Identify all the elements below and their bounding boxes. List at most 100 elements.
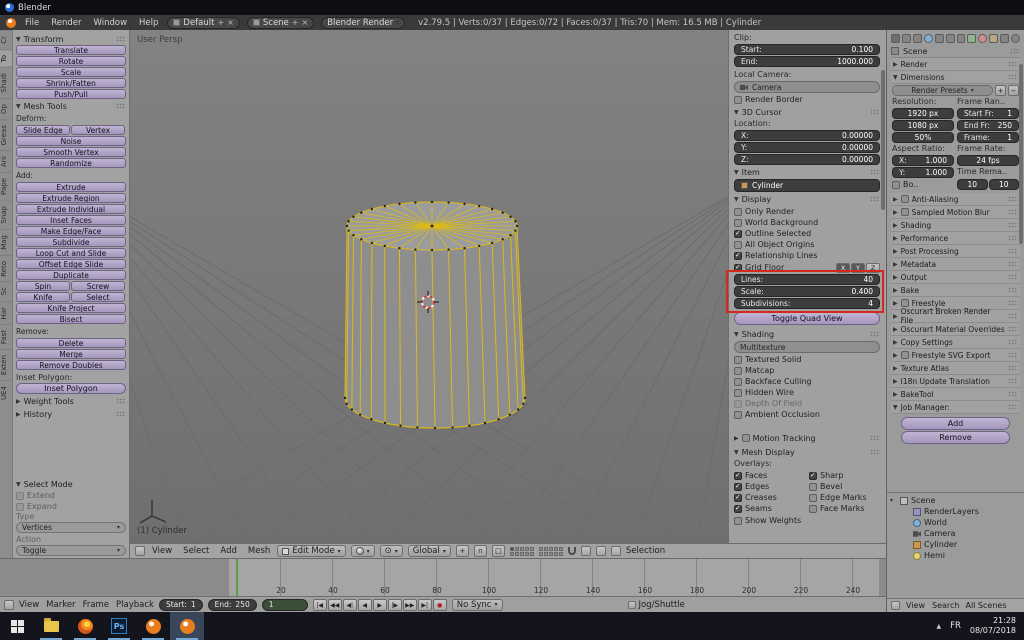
aspect-y-field[interactable]: Y: 1.000	[892, 167, 954, 178]
mesh-tool-item[interactable]: Vertex	[71, 125, 125, 135]
checkbox[interactable]	[734, 367, 742, 375]
properties-panel-header[interactable]: ▶ Post Processing	[891, 245, 1020, 258]
toolshelf-tab[interactable]: Mag	[0, 229, 13, 255]
location-axis-field[interactable]: Y: 0.00000	[734, 142, 880, 153]
checkbox[interactable]	[734, 230, 742, 238]
local-camera-field[interactable]: Camera	[734, 81, 880, 93]
overlay-checkbox[interactable]: Creases	[734, 492, 805, 503]
toolshelf-tab[interactable]: UE4	[0, 380, 13, 405]
overlay-checkbox[interactable]: Seams	[734, 503, 805, 514]
toolshelf-tab[interactable]: Fast	[0, 324, 13, 349]
toolshelf-tab[interactable]: Sc	[0, 281, 13, 300]
mesh-tool-item[interactable]: Bisect	[16, 314, 126, 324]
grid-axis-toggle[interactable]: X	[836, 263, 850, 273]
checkbox[interactable]	[734, 505, 742, 513]
collapsed-panel-header[interactable]: ▶ History	[16, 408, 126, 420]
checkbox[interactable]	[892, 181, 900, 189]
checkbox[interactable]	[734, 378, 742, 386]
render-presets-dropdown[interactable]: Render Presets ▾	[892, 85, 993, 96]
timeline-menu-item[interactable]: Frame	[83, 600, 109, 610]
playback-button[interactable]: ●	[433, 599, 447, 611]
toolshelf-tab[interactable]: Greas	[0, 119, 13, 150]
grid-subdivisions-field[interactable]: Subdivisions: 4	[734, 298, 880, 309]
overlay-checkbox[interactable]: Sharp	[809, 470, 880, 481]
select-mode-option[interactable]: Expand	[16, 501, 126, 512]
checkbox[interactable]	[734, 400, 742, 408]
properties-tab-icon[interactable]	[967, 34, 976, 43]
frame-step-field[interactable]: Frame: 1	[957, 132, 1019, 143]
properties-panel-header[interactable]: ▶ I18n Update Translation	[891, 375, 1020, 388]
outliner-row[interactable]: ▾ Scene	[890, 495, 1021, 506]
checkbox[interactable]	[734, 494, 742, 502]
panel-grip-icon[interactable]	[870, 435, 880, 441]
mesh-tool-item[interactable]: Spin	[16, 281, 70, 291]
properties-panel-header[interactable]: ▶ Performance	[891, 232, 1020, 245]
job-remove-button[interactable]: Remove	[901, 431, 1010, 444]
properties-scrollbar[interactable]	[1019, 64, 1023, 244]
mesh-tool-item[interactable]: Delete	[16, 338, 126, 348]
snap-element-icon[interactable]	[581, 546, 591, 556]
toolshelf-tab[interactable]: Har	[0, 301, 13, 324]
mesh-tool-item[interactable]: Extrude	[16, 182, 126, 192]
npanel-scrollbar[interactable]	[881, 70, 885, 210]
toolshelf-tab[interactable]: Exten	[0, 349, 13, 380]
checkbox[interactable]	[809, 505, 817, 513]
panel-grip-icon[interactable]	[116, 398, 126, 404]
panel-grip-icon[interactable]	[116, 36, 126, 42]
clock[interactable]: 21:28 08/07/2018	[970, 616, 1016, 636]
display-panel-header[interactable]: ▼ Display	[734, 193, 880, 205]
checkbox[interactable]	[742, 434, 750, 442]
panel-grip-icon[interactable]	[116, 411, 126, 417]
menubar-menu-item[interactable]: Help	[137, 18, 160, 28]
fps-dropdown[interactable]: 24 fps	[957, 155, 1019, 166]
layout-add-button[interactable]: +	[217, 18, 224, 27]
layers-widget-2[interactable]	[539, 547, 563, 556]
outliner-row[interactable]: Hemi	[890, 550, 1021, 561]
mesh-tool-item[interactable]: Smooth Vertex	[16, 147, 126, 157]
mesh-tool-item[interactable]: Make Edge/Face	[16, 226, 126, 236]
checkbox[interactable]	[734, 472, 742, 480]
shading-option-checkbox[interactable]: Ambient Occlusion	[734, 409, 880, 420]
editor-type-icon[interactable]	[4, 600, 14, 610]
shading-option-checkbox[interactable]: Backface Culling	[734, 376, 880, 387]
timeline-ruler[interactable]: 20406080100120140160180200220240	[0, 558, 886, 596]
properties-panel-header[interactable]: ▶ Bake	[891, 284, 1020, 297]
clip-start-field[interactable]: Start: 0.100	[734, 44, 880, 55]
job-add-button[interactable]: Add	[901, 417, 1010, 430]
inset-polygon-button[interactable]: Inset Polygon	[16, 383, 126, 394]
checkbox[interactable]	[809, 472, 817, 480]
checkbox[interactable]	[734, 389, 742, 397]
outliner-row[interactable]: Cylinder	[890, 539, 1021, 550]
sync-dropdown[interactable]: No Sync ▾	[452, 599, 503, 611]
overlay-checkbox[interactable]: Edge Marks	[809, 492, 880, 503]
mesh-tool-item[interactable]: Offset Edge Slide	[16, 259, 126, 269]
taskbar-blender-2[interactable]	[170, 612, 204, 640]
mode-dropdown[interactable]: Edit Mode ▾	[277, 545, 345, 557]
item-name-field[interactable]: Cylinder	[734, 179, 880, 192]
location-axis-field[interactable]: Z: 0.00000	[734, 154, 880, 165]
tray-expand-icon[interactable]: ▲	[936, 623, 941, 630]
menubar-menu-item[interactable]: File	[23, 18, 41, 28]
panel-checkbox[interactable]	[901, 208, 909, 216]
properties-tab-icon[interactable]	[989, 34, 998, 43]
properties-panel-header[interactable]: ▶ Oscurart Material Overrides	[891, 323, 1020, 336]
mesh-tool-item[interactable]: Slide Edge	[16, 125, 70, 135]
resolution-percent-field[interactable]: 50%	[892, 132, 954, 143]
tool-button[interactable]: Shrink/Fatten	[16, 78, 126, 88]
tool-button[interactable]: Push/Pull	[16, 89, 126, 99]
frame-end-field[interactable]: End: 250	[208, 599, 257, 611]
border-checkbox[interactable]: Bo..	[892, 179, 954, 190]
outliner-row[interactable]: World	[890, 517, 1021, 528]
panel-checkbox[interactable]	[901, 299, 909, 307]
overlay-checkbox[interactable]: Edges	[734, 481, 805, 492]
layers-widget-1[interactable]	[510, 547, 534, 556]
mesh-display-panel-header[interactable]: ▼ Mesh Display	[734, 446, 880, 458]
properties-tab-icon[interactable]	[957, 34, 966, 43]
toolshelf-tab[interactable]: Snap	[0, 200, 13, 229]
display-option-checkbox[interactable]: World Background	[734, 217, 880, 228]
properties-panel-header[interactable]: ▶ BakeTool	[891, 388, 1020, 401]
grid-scale-field[interactable]: Scale: 0.400	[734, 286, 880, 297]
properties-tab-icon[interactable]	[902, 34, 911, 43]
overlay-checkbox[interactable]: Face Marks	[809, 503, 880, 514]
checkbox[interactable]	[734, 96, 742, 104]
